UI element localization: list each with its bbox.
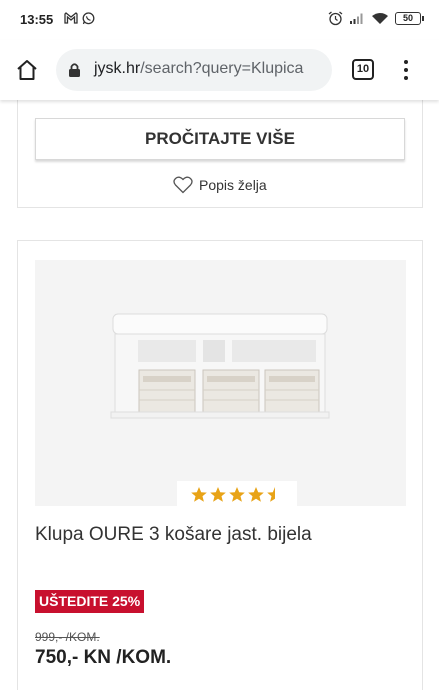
url-text: jysk.hr/search?query=Klupica: [94, 60, 303, 78]
wifi-icon: [372, 13, 388, 24]
address-bar[interactable]: jysk.hr/search?query=Klupica: [56, 49, 332, 91]
gmail-icon: [64, 12, 78, 24]
product-card[interactable]: Klupa OURE 3 košare jast. bijela UŠTEDIT…: [17, 240, 423, 690]
discount-badge: UŠTEDITE 25%: [35, 590, 145, 613]
status-bar: 13:55 50: [0, 0, 439, 40]
browser-toolbar: jysk.hr/search?query=Klupica 10: [0, 40, 439, 100]
star-full-icon: [229, 486, 245, 502]
star-half-icon: [267, 486, 275, 502]
star-full-icon: [210, 486, 226, 502]
tab-switcher-button[interactable]: 10: [352, 59, 374, 80]
url-path: /search?query=Klupica: [140, 60, 304, 77]
heart-icon: [173, 176, 193, 194]
wishlist-label: Popis želja: [199, 177, 267, 193]
basket-left: [138, 369, 196, 413]
read-more-button[interactable]: PROČITAJTE VIŠE: [35, 118, 405, 160]
wishlist-link[interactable]: Popis želja: [173, 176, 267, 194]
home-icon[interactable]: [15, 58, 39, 82]
basket-middle: [202, 369, 260, 413]
basket-right: [264, 369, 320, 413]
bench-illustration: [110, 313, 330, 419]
status-time: 13:55: [20, 12, 54, 27]
product-image[interactable]: [35, 260, 406, 507]
alarm-icon: [328, 11, 343, 26]
url-domain: jysk.hr: [94, 60, 141, 77]
old-price: 999,- /KOM.: [35, 630, 100, 644]
rating-stars: [177, 481, 297, 507]
status-notification-icons: [64, 12, 95, 25]
status-system-icons: 50: [328, 11, 424, 26]
product-name[interactable]: Klupa OURE 3 košare jast. bijela: [35, 524, 312, 546]
lock-icon: [69, 63, 80, 77]
battery-icon: 50: [395, 12, 424, 25]
star-full-icon: [248, 486, 264, 502]
whatsapp-icon: [82, 12, 95, 25]
signal-icon: [350, 13, 363, 24]
star-full-icon: [191, 486, 207, 502]
price: 750,- KN /KOM.: [35, 647, 172, 668]
overflow-menu-icon[interactable]: [398, 58, 414, 82]
previous-product-card: PROČITAJTE VIŠE Popis želja: [17, 98, 423, 208]
